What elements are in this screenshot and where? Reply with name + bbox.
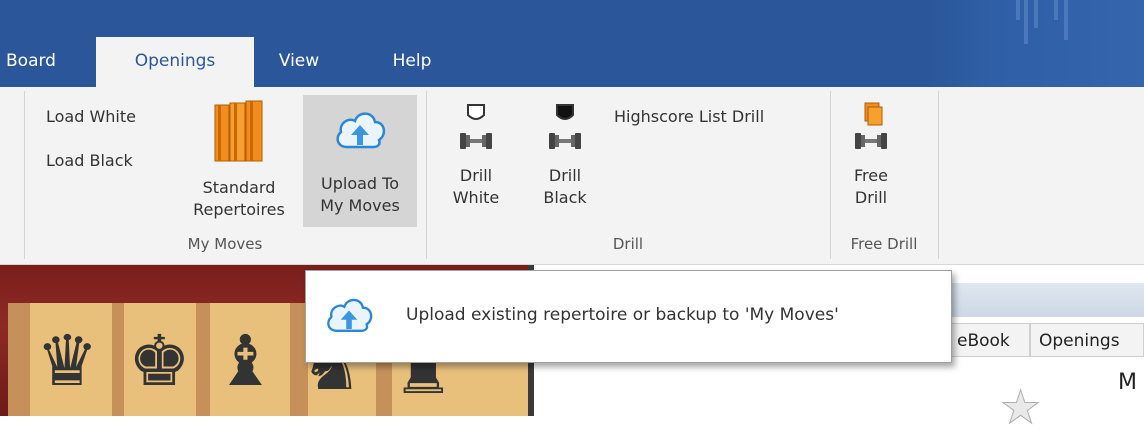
black-queen-piece[interactable]: ♛ <box>36 326 99 396</box>
free-drill-icon <box>851 101 891 157</box>
tab-openings[interactable]: Openings <box>96 37 254 87</box>
drill-black-icon <box>545 101 585 157</box>
books-icon <box>213 99 265 163</box>
tooltip-text: Upload existing repertoire or backup to … <box>406 305 839 325</box>
group-separator <box>938 91 939 259</box>
drill-white-button[interactable]: Drill White <box>446 95 506 227</box>
ribbon: Load White Load Black Standard Repertoir… <box>0 87 1144 265</box>
highscore-list-drill-button[interactable]: Highscore List Drill <box>614 107 764 126</box>
my-moves-group-label: My Moves <box>187 235 263 253</box>
standard-repertoires-label-2: Repertoires <box>193 200 285 219</box>
drill-white-icon <box>456 101 496 157</box>
tab-view[interactable]: View <box>254 37 344 87</box>
upload-tooltip: Upload existing repertoire or backup to … <box>305 270 952 363</box>
drill-white-label-2: White <box>452 188 500 207</box>
drill-white-label-1: Drill <box>459 166 493 185</box>
group-separator <box>24 91 25 259</box>
standard-repertoires-button[interactable]: Standard Repertoires <box>178 95 300 227</box>
tab-ebook[interactable]: eBook <box>948 323 1030 357</box>
tab-board[interactable]: Board <box>0 37 96 87</box>
drill-black-label-1: Drill <box>548 166 582 185</box>
pane-heading: M <box>1118 370 1137 395</box>
group-separator <box>830 91 831 259</box>
standard-repertoires-label-1: Standard <box>202 178 276 197</box>
upload-to-my-moves-button[interactable]: Upload To My Moves <box>303 95 417 227</box>
star-icon[interactable]: ★ <box>999 380 1041 434</box>
drill-black-label-2: Black <box>543 188 587 207</box>
black-king-piece[interactable]: ♚ <box>128 326 191 396</box>
tab-openings-pane[interactable]: Openings <box>1030 323 1144 357</box>
tab-help[interactable]: Help <box>376 37 448 87</box>
load-white-button[interactable]: Load White <box>46 107 136 126</box>
upload-label-2: My Moves <box>320 196 400 215</box>
cloud-upload-icon <box>333 107 387 155</box>
cloud-upload-icon <box>324 293 374 339</box>
black-bishop-piece[interactable]: ♝ <box>214 326 277 396</box>
free-drill-button[interactable]: Free Drill <box>840 95 902 227</box>
load-black-button[interactable]: Load Black <box>46 151 133 170</box>
title-decoration <box>928 0 1144 87</box>
group-separator <box>426 91 427 259</box>
free-drill-group-label: Free Drill <box>850 235 918 253</box>
free-drill-label-2: Drill <box>854 188 888 207</box>
drill-group-label: Drill <box>612 235 644 253</box>
upload-label-1: Upload To <box>321 174 399 193</box>
drill-black-button[interactable]: Drill Black <box>534 95 596 227</box>
free-drill-label-1: Free <box>854 166 888 185</box>
